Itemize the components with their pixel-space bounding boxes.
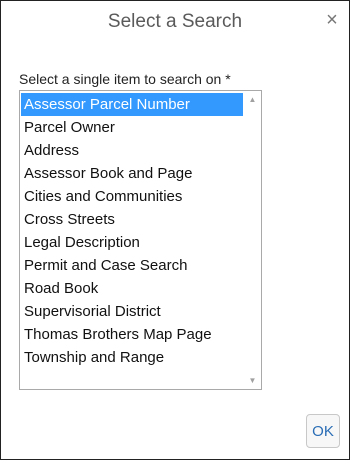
list-item[interactable]: Cross Streets xyxy=(21,208,243,231)
close-icon[interactable]: × xyxy=(323,10,341,30)
list-item[interactable]: Permit and Case Search xyxy=(21,254,243,277)
list-item[interactable]: Legal Description xyxy=(21,231,243,254)
list-item[interactable]: Thomas Brothers Map Page xyxy=(21,323,243,346)
list-item[interactable]: Supervisorial District xyxy=(21,300,243,323)
listbox-options: Assessor Parcel Number Parcel Owner Addr… xyxy=(20,93,243,369)
listbox-scrollbar[interactable]: ▲ ▼ xyxy=(244,91,261,389)
search-item-label: Select a single item to search on * xyxy=(19,71,231,87)
list-item[interactable]: Parcel Owner xyxy=(21,116,243,139)
list-item[interactable]: Cities and Communities xyxy=(21,185,243,208)
list-item[interactable]: Township and Range xyxy=(21,346,243,369)
list-item[interactable]: Assessor Parcel Number xyxy=(21,93,243,116)
select-search-dialog: Select a Search × Select a single item t… xyxy=(0,0,350,460)
scroll-up-arrow-icon[interactable]: ▲ xyxy=(244,91,261,108)
list-item[interactable]: Road Book xyxy=(21,277,243,300)
ok-button[interactable]: OK xyxy=(306,414,340,448)
scroll-down-arrow-icon[interactable]: ▼ xyxy=(244,372,261,389)
list-item[interactable]: Assessor Book and Page xyxy=(21,162,243,185)
search-type-listbox[interactable]: Assessor Parcel Number Parcel Owner Addr… xyxy=(19,90,262,390)
dialog-title: Select a Search xyxy=(107,11,243,32)
list-item[interactable]: Address xyxy=(21,139,243,162)
